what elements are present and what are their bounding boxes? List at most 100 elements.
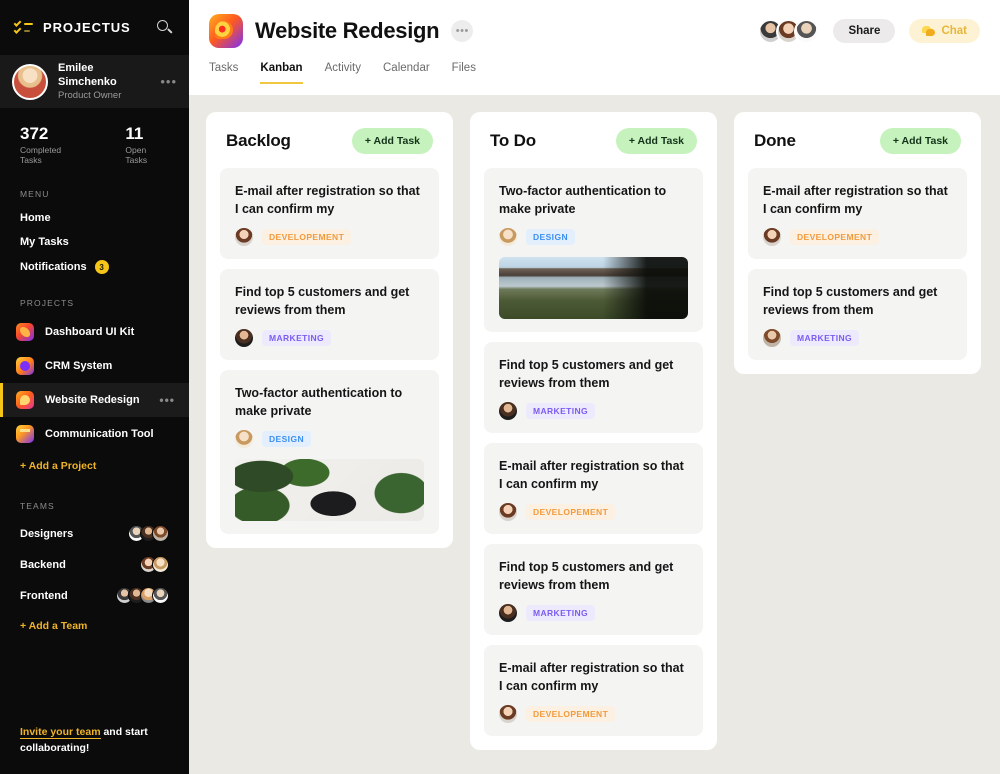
avatar <box>235 329 253 347</box>
stat-value: 372 <box>20 124 83 144</box>
topbar-row: Website Redesign ••• Share Chat <box>209 14 980 48</box>
column-header: To Do + Add Task <box>484 128 703 154</box>
task-meta: DEVELOPEMENT <box>499 503 688 521</box>
sidebar-item-website-redesign[interactable]: Website Redesign ••• <box>0 383 189 417</box>
kanban-column-backlog: Backlog + Add Task E-mail after registra… <box>206 112 453 548</box>
task-title: E-mail after registration so that I can … <box>499 457 688 493</box>
sidebar-item-label: Dashboard UI Kit <box>45 326 175 338</box>
invite-team-link[interactable]: Invite your team <box>20 726 101 739</box>
sidebar-item-communication-tool[interactable]: Communication Tool <box>0 417 189 451</box>
task-tag: MARKETING <box>526 605 595 621</box>
sidebar-item-notifications[interactable]: Notifications 3 <box>0 254 189 280</box>
project-more-icon[interactable]: ••• <box>159 393 175 407</box>
sidebar-item-dashboard-ui-kit[interactable]: Dashboard UI Kit <box>0 315 189 349</box>
sidebar-item-label: Communication Tool <box>45 428 175 440</box>
task-card[interactable]: Two-factor authentication to make privat… <box>220 370 439 534</box>
stat-label: Open Tasks <box>125 145 169 165</box>
task-card[interactable]: Find top 5 customers and get reviews fro… <box>484 342 703 433</box>
tab-activity[interactable]: Activity <box>325 62 361 84</box>
add-task-button[interactable]: + Add Task <box>880 128 961 154</box>
add-task-button[interactable]: + Add Task <box>352 128 433 154</box>
task-card[interactable]: E-mail after registration so that I can … <box>748 168 967 259</box>
project-icon <box>16 391 34 409</box>
add-task-button[interactable]: + Add Task <box>616 128 697 154</box>
team-label: Designers <box>20 528 128 540</box>
column-header: Backlog + Add Task <box>220 128 439 154</box>
tab-calendar[interactable]: Calendar <box>383 62 430 84</box>
team-avatars <box>128 525 169 542</box>
chat-bubbles-icon <box>922 26 935 37</box>
menu-section-label: MENU <box>0 179 189 206</box>
search-icon[interactable] <box>155 18 175 38</box>
column-title: Done <box>754 131 880 151</box>
task-tag: MARKETING <box>790 330 859 346</box>
project-icon <box>16 323 34 341</box>
stats-row: 372 Completed Tasks 11 Open Tasks <box>0 108 189 179</box>
sidebar-item-label: Home <box>20 212 51 224</box>
checklist-icon <box>14 19 34 36</box>
stat-value: 11 <box>125 124 169 144</box>
task-meta: DEVELOPEMENT <box>499 705 688 723</box>
sidebar-item-crm-system[interactable]: CRM System <box>0 349 189 383</box>
task-tag: DEVELOPEMENT <box>262 229 351 245</box>
project-logo-icon <box>209 14 243 48</box>
task-card[interactable]: E-mail after registration so that I can … <box>484 443 703 534</box>
tab-files[interactable]: Files <box>452 62 476 84</box>
profile-more-icon[interactable]: ••• <box>160 74 177 89</box>
sidebar-item-frontend[interactable]: Frontend <box>0 580 189 611</box>
kanban-column-todo: To Do + Add Task Two-factor authenticati… <box>470 112 717 750</box>
task-attachment-image <box>235 459 424 521</box>
add-project-button[interactable]: + Add a Project <box>0 451 189 481</box>
task-tag: MARKETING <box>262 330 331 346</box>
avatar[interactable] <box>794 19 819 44</box>
task-title: Find top 5 customers and get reviews fro… <box>763 283 952 319</box>
page-title: Website Redesign <box>255 18 439 44</box>
kanban-board: Backlog + Add Task E-mail after registra… <box>189 95 1000 774</box>
project-icon <box>16 425 34 443</box>
task-tag: DESIGN <box>526 229 575 245</box>
task-card[interactable]: E-mail after registration so that I can … <box>220 168 439 259</box>
task-meta: MARKETING <box>499 604 688 622</box>
tab-bar: Tasks Kanban Activity Calendar Files <box>209 62 980 84</box>
add-team-button[interactable]: + Add a Team <box>0 611 189 641</box>
share-button[interactable]: Share <box>833 19 895 43</box>
task-meta: DEVELOPEMENT <box>763 228 952 246</box>
task-meta: MARKETING <box>235 329 424 347</box>
task-card[interactable]: Find top 5 customers and get reviews fro… <box>748 269 967 360</box>
sidebar-item-home[interactable]: Home <box>0 206 189 230</box>
sidebar-item-designers[interactable]: Designers <box>0 518 189 549</box>
task-tag: MARKETING <box>526 403 595 419</box>
task-card[interactable]: Find top 5 customers and get reviews fro… <box>220 269 439 360</box>
stat-completed-tasks: 372 Completed Tasks <box>20 124 83 165</box>
task-tag: DEVELOPEMENT <box>526 706 615 722</box>
task-card[interactable]: Two-factor authentication to make privat… <box>484 168 703 332</box>
sidebar-item-my-tasks[interactable]: My Tasks <box>0 230 189 254</box>
user-profile[interactable]: Emilee Simchenko Product Owner ••• <box>0 55 189 108</box>
avatar <box>499 503 517 521</box>
task-tag: DEVELOPEMENT <box>526 504 615 520</box>
task-title: E-mail after registration so that I can … <box>499 659 688 695</box>
sidebar-item-label: Notifications <box>20 261 87 273</box>
task-title: E-mail after registration so that I can … <box>235 182 424 218</box>
sidebar-item-backend[interactable]: Backend <box>0 549 189 580</box>
tab-kanban[interactable]: Kanban <box>260 62 302 84</box>
tab-tasks[interactable]: Tasks <box>209 62 238 84</box>
avatar <box>12 64 48 100</box>
task-meta: MARKETING <box>763 329 952 347</box>
project-options-icon[interactable]: ••• <box>451 20 473 42</box>
task-tag: DEVELOPEMENT <box>790 229 879 245</box>
task-card[interactable]: E-mail after registration so that I can … <box>484 645 703 736</box>
chat-button[interactable]: Chat <box>909 19 980 43</box>
projects-section-label: PROJECTS <box>0 280 189 315</box>
task-title: E-mail after registration so that I can … <box>763 182 952 218</box>
task-card[interactable]: Find top 5 customers and get reviews fro… <box>484 544 703 635</box>
team-avatars <box>140 556 169 573</box>
profile-role: Product Owner <box>58 89 150 102</box>
avatar <box>152 525 169 542</box>
avatar <box>235 430 253 448</box>
avatar <box>499 402 517 420</box>
task-meta: DESIGN <box>499 228 688 246</box>
avatar <box>499 705 517 723</box>
team-label: Frontend <box>20 590 116 602</box>
chat-label: Chat <box>941 25 967 37</box>
